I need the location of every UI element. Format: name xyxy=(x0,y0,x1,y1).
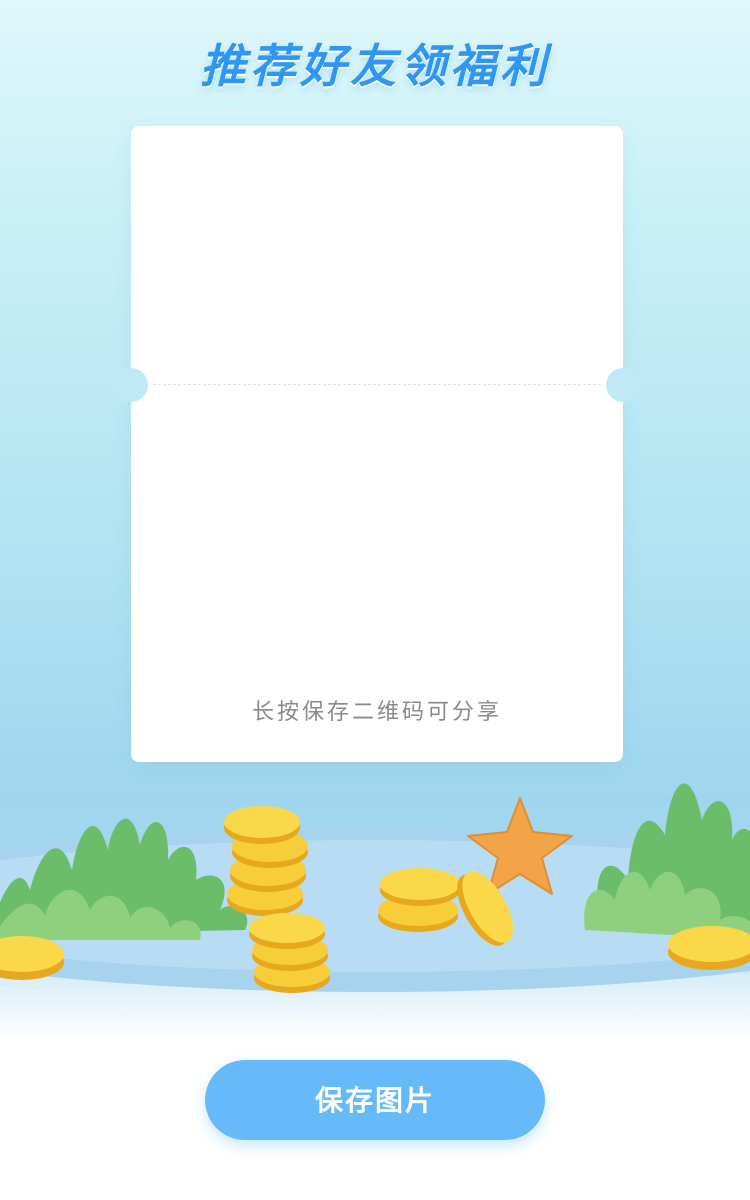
save-hint-text: 长按保存二维码可分享 xyxy=(251,700,502,725)
invite-card: 长按保存二维码可分享 xyxy=(114,126,640,762)
coin-stack-icon xyxy=(249,913,330,993)
page-title: 推荐好友领福利 xyxy=(200,39,550,93)
card-notch-left xyxy=(114,368,148,402)
qr-code-slot[interactable] xyxy=(251,436,503,676)
card-divider xyxy=(153,384,601,385)
coin-icon xyxy=(668,926,750,970)
coin-stack-icon xyxy=(378,868,460,932)
decor-scene xyxy=(0,783,750,993)
coin-stack-icon xyxy=(224,806,308,916)
save-image-button[interactable]: 保存图片 xyxy=(205,1060,545,1140)
card-notch-right xyxy=(606,368,640,402)
coin-icon xyxy=(0,936,64,980)
